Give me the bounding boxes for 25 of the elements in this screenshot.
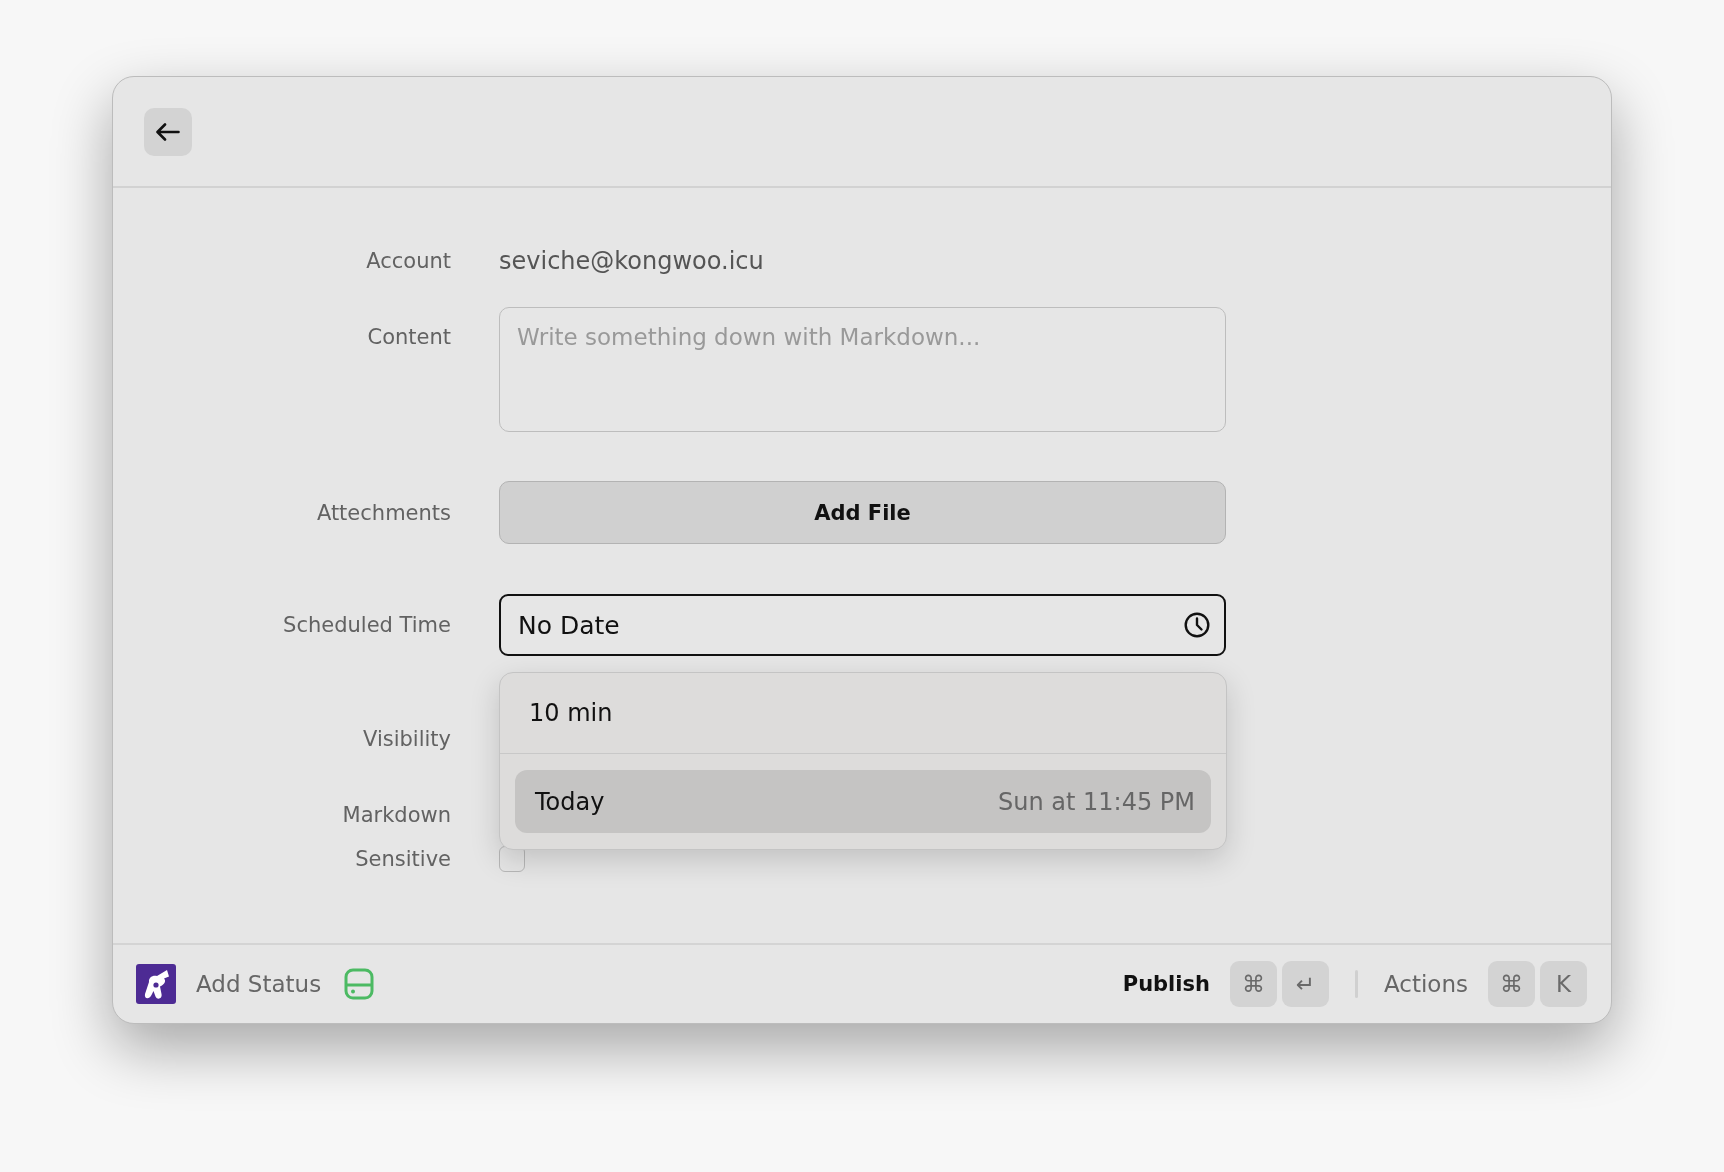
content-field[interactable]: Write something down with Markdown... xyxy=(499,307,1226,432)
action-button[interactable]: Publish xyxy=(1122,972,1210,996)
field-label: Sensitive xyxy=(355,846,451,872)
shortcut-key: ↵ xyxy=(1282,961,1329,1007)
arrow-left-icon xyxy=(156,122,180,141)
add-file-button[interactable]: Add File xyxy=(499,481,1226,544)
shortcut-key: ⌘ xyxy=(1230,961,1277,1007)
shortcut-key: ⌘ xyxy=(1488,961,1535,1007)
shortcut-key: K xyxy=(1540,961,1587,1007)
action-button[interactable]: Actions xyxy=(1384,971,1468,997)
field-label: Visibility xyxy=(363,726,451,752)
field-label: Markdown xyxy=(342,802,451,828)
date-picker-field[interactable]: No Date xyxy=(499,594,1226,656)
field-label: Content xyxy=(367,324,451,350)
menu-item[interactable]: Today Sun at 11:45 PM xyxy=(515,770,1211,833)
clock-icon xyxy=(1184,612,1210,638)
menu-item[interactable]: 10 min xyxy=(500,673,1226,754)
field-label: Scheduled Time xyxy=(283,612,451,638)
field-label: Account xyxy=(366,248,451,274)
account-value: seviche@kongwoo.icu xyxy=(499,246,764,277)
status-title: Add Status xyxy=(196,971,322,997)
field-label: Attechments xyxy=(316,499,451,526)
app-logo-icon xyxy=(136,964,176,1004)
back-button[interactable] xyxy=(144,107,192,156)
drive-icon xyxy=(344,968,375,1000)
